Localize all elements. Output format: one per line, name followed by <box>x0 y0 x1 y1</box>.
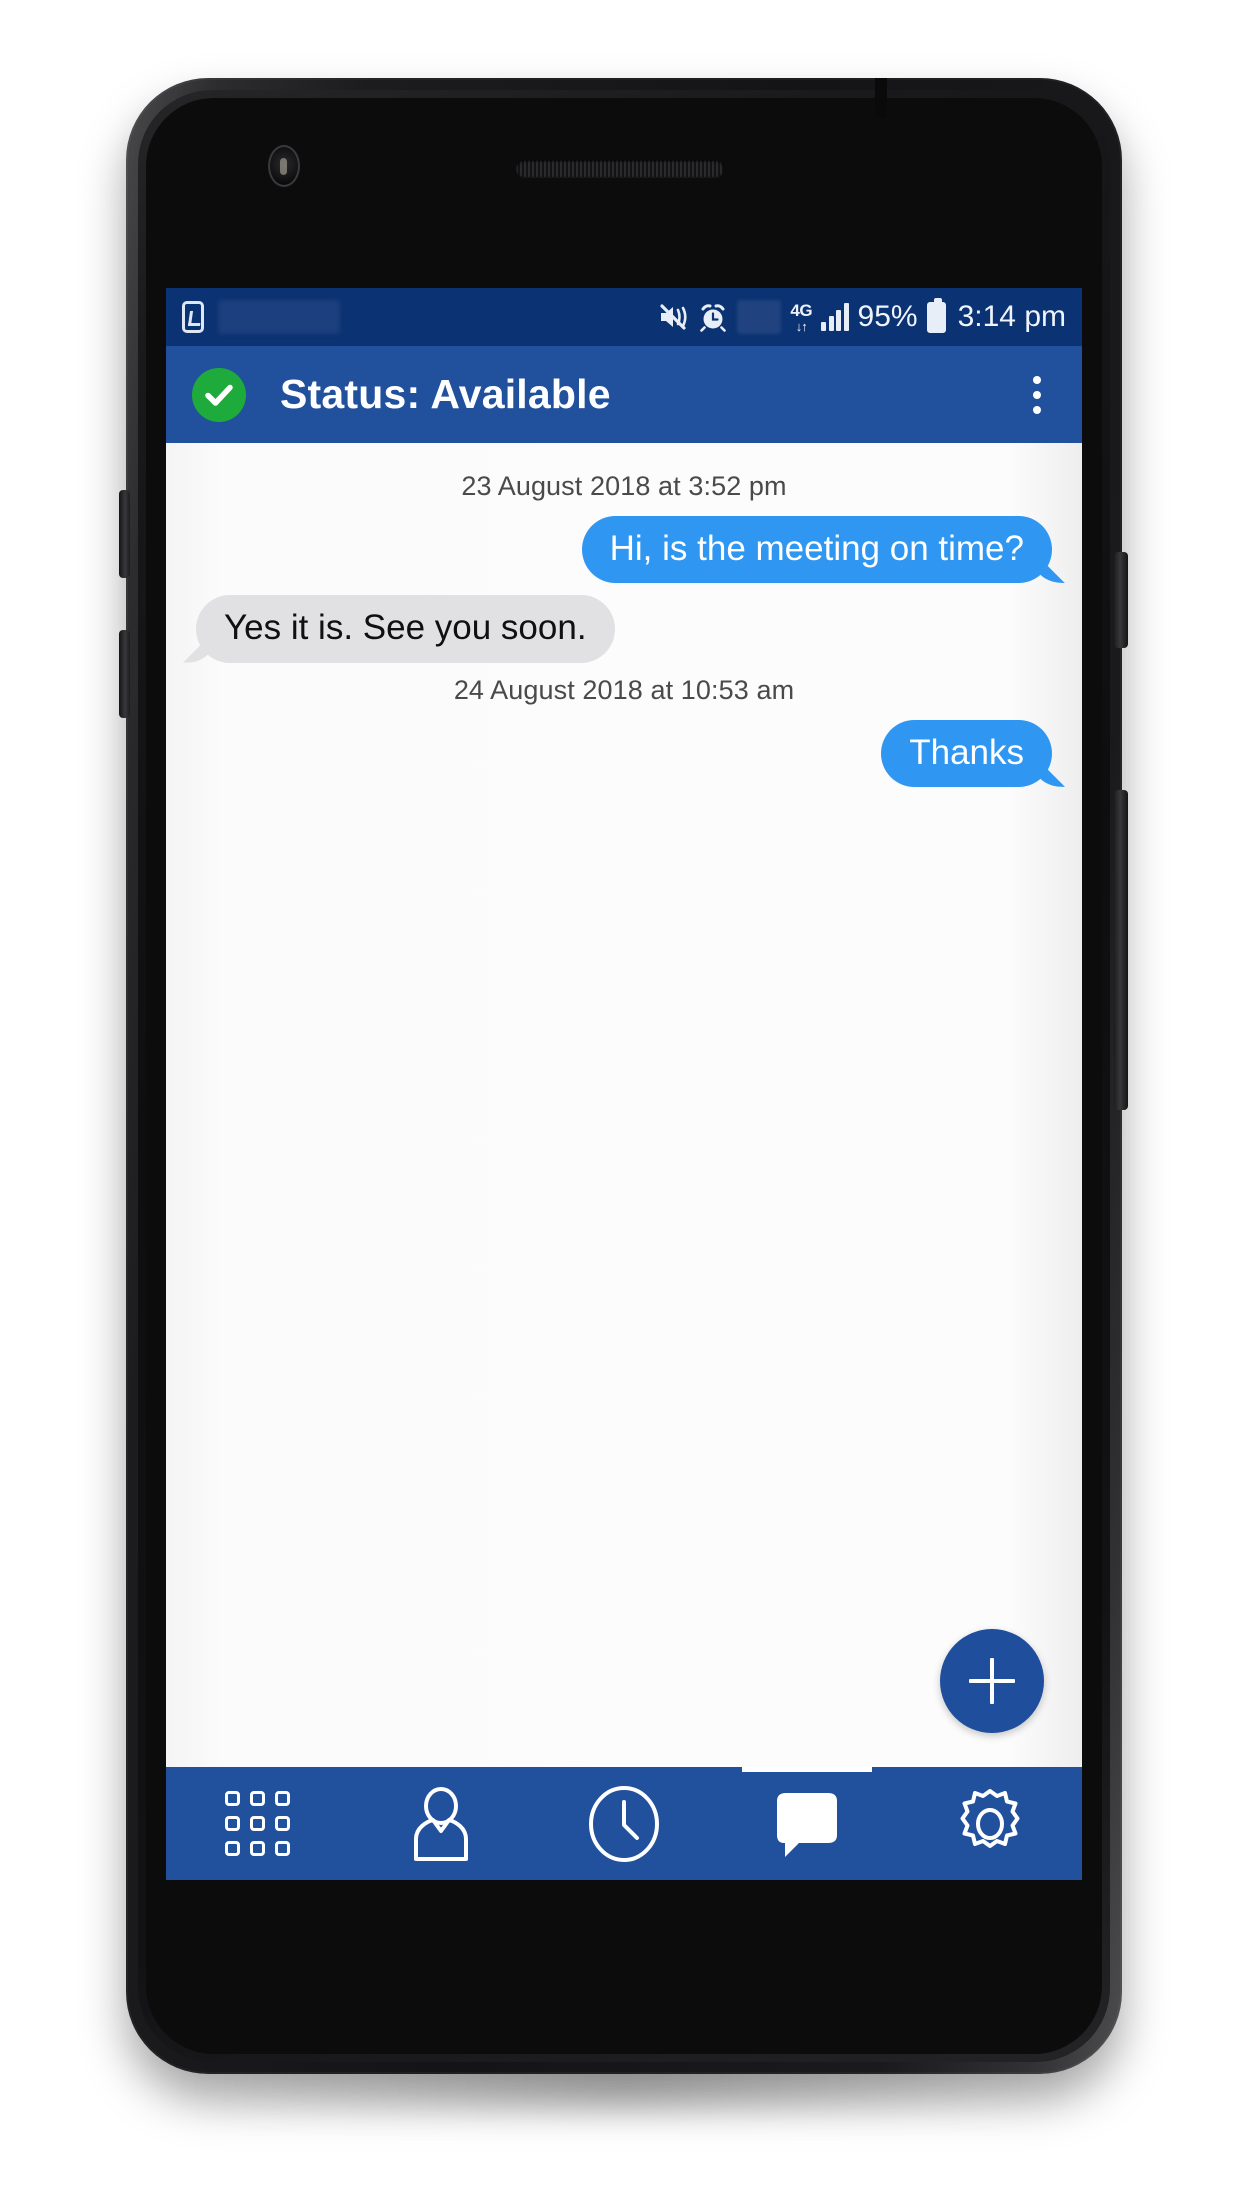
redacted-status-icon <box>737 300 782 334</box>
new-message-fab[interactable] <box>940 1629 1044 1733</box>
battery-percent-label: 95% <box>857 300 918 333</box>
plus-icon <box>969 1658 1015 1704</box>
status-bar: 4G ↓↑ 95% 3:14 pm <box>166 288 1082 346</box>
outgoing-message-bubble[interactable]: Hi, is the meeting on time? <box>581 516 1052 584</box>
app-bar: Status: Available <box>166 346 1082 443</box>
nav-item-history[interactable] <box>532 1767 715 1880</box>
outgoing-message-bubble[interactable]: Thanks <box>881 719 1052 787</box>
signal-strength-icon <box>821 303 849 331</box>
left-button-lower[interactable] <box>119 630 130 718</box>
bottom-navigation-bar <box>166 1767 1082 1880</box>
carrier-name-redacted <box>218 300 340 334</box>
status-bar-clock: 3:14 pm <box>957 300 1066 333</box>
earpiece-speaker <box>516 160 724 177</box>
status-bar-right: 4G ↓↑ 95% 3:14 pm <box>659 297 1066 334</box>
antenna-line <box>875 78 887 118</box>
front-camera-icon <box>268 145 300 187</box>
message-row: Yes it is. See you soon. <box>180 595 1068 663</box>
page-title: Status: Available <box>280 371 611 417</box>
nav-item-messages[interactable] <box>716 1767 899 1880</box>
nav-item-keypad[interactable] <box>166 1767 349 1880</box>
message-row: Thanks <box>180 719 1068 787</box>
gear-icon <box>960 1788 1020 1848</box>
left-button-upper[interactable] <box>119 490 130 578</box>
person-icon <box>413 1786 468 1861</box>
message-timestamp: 24 August 2018 at 10:53 am <box>453 674 795 705</box>
mute-vibrate-icon <box>659 302 689 332</box>
incoming-message-bubble[interactable]: Yes it is. See you soon. <box>196 595 615 663</box>
more-vertical-icon[interactable] <box>1014 367 1060 423</box>
message-row: Hi, is the meeting on time? <box>180 516 1068 584</box>
phone-screen: 4G ↓↑ 95% 3:14 pm Status: Available 23 A… <box>166 288 1082 1880</box>
message-list[interactable]: 23 August 2018 at 3:52 pm Hi, is the mee… <box>166 443 1082 1767</box>
network-label: 4G <box>790 300 813 320</box>
network-type-indicator: 4G ↓↑ <box>790 302 812 333</box>
message-timestamp: 23 August 2018 at 3:52 pm <box>461 471 787 501</box>
battery-icon <box>926 297 946 333</box>
sim-card-icon <box>182 301 204 333</box>
alarm-icon <box>698 302 728 332</box>
volume-button[interactable] <box>1114 790 1128 1110</box>
nav-item-contacts[interactable] <box>349 1767 532 1880</box>
nav-item-settings[interactable] <box>899 1767 1082 1880</box>
dialpad-icon <box>225 1791 291 1856</box>
network-arrows: ↓↑ <box>795 318 808 334</box>
status-bar-left <box>182 300 340 334</box>
power-button[interactable] <box>1114 552 1128 648</box>
screenshot-root: 4G ↓↑ 95% 3:14 pm Status: Available 23 A… <box>0 0 1242 2208</box>
check-circle-icon[interactable] <box>192 367 246 422</box>
clock-icon <box>589 1785 659 1862</box>
chat-bubble-icon <box>777 1792 838 1857</box>
